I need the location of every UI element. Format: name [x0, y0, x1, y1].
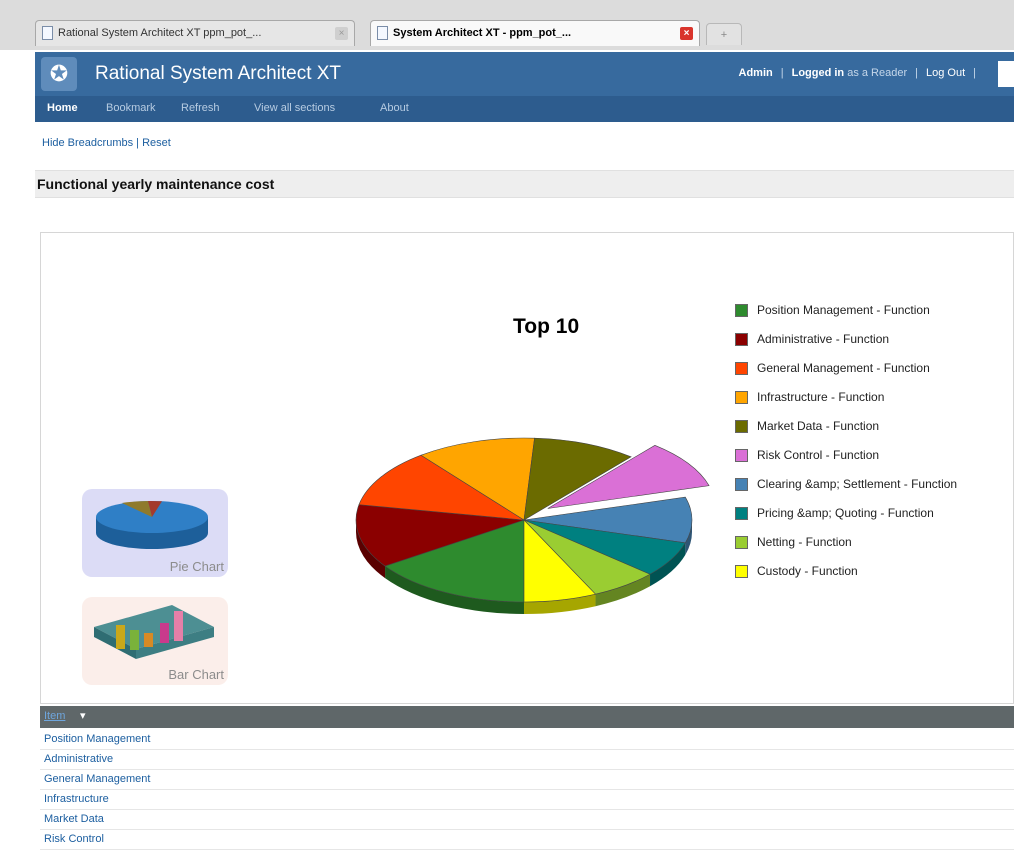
- pie-chart-label: Pie Chart: [169, 559, 224, 574]
- admin-link[interactable]: Admin: [739, 67, 773, 79]
- nav-view-all-sections[interactable]: View all sections: [254, 102, 335, 114]
- sort-icon[interactable]: ▾: [80, 709, 86, 722]
- nav-refresh[interactable]: Refresh: [181, 102, 220, 114]
- separator: |: [915, 67, 918, 79]
- table-row[interactable]: Market Data: [40, 810, 1014, 830]
- logout-link[interactable]: Log Out: [926, 67, 965, 79]
- legend-label: Market Data - Function: [757, 419, 880, 433]
- separator: |: [780, 67, 784, 79]
- legend-label: Clearing &amp; Settlement - Function: [757, 477, 958, 491]
- separator: |: [973, 67, 976, 79]
- chart-title: Top 10: [513, 315, 580, 338]
- item-column-header[interactable]: Item: [44, 710, 65, 722]
- breadcrumb-separator: |: [136, 137, 140, 149]
- table-row[interactable]: Position Management: [40, 730, 1014, 750]
- logged-in-label: Logged in: [791, 67, 845, 79]
- legend-label: Position Management - Function: [757, 303, 930, 317]
- user-info: Admin | Logged in as a Reader | Log Out |: [739, 67, 985, 79]
- legend-label: Administrative - Function: [757, 332, 890, 346]
- breadcrumb: Hide Breadcrumbs | Reset: [42, 137, 171, 149]
- browser-tab-active[interactable]: System Architect XT - ppm_pot_... ×: [370, 20, 700, 46]
- table-row[interactable]: Infrastructure: [40, 790, 1014, 810]
- nav-bar: Home Bookmark Refresh View all sections …: [35, 96, 1014, 122]
- close-tab-icon[interactable]: ×: [335, 27, 348, 40]
- legend-swatch: [735, 536, 748, 549]
- search-box[interactable]: [998, 61, 1014, 87]
- app-header: ✪ Rational System Architect XT Admin | Log…: [35, 52, 1014, 96]
- legend-swatch: [735, 304, 748, 317]
- pie-chart-thumbnail[interactable]: Pie Chart: [82, 489, 228, 577]
- browser-tab-strip: Rational System Architect XT ppm_pot_...…: [0, 0, 1014, 50]
- table-header: Item ▾: [40, 706, 1014, 728]
- logged-in-role: as a Reader: [847, 67, 908, 79]
- new-tab-button[interactable]: +: [706, 23, 742, 45]
- reset-link[interactable]: Reset: [142, 137, 171, 149]
- app-title: Rational System Architect XT: [95, 63, 342, 84]
- nav-home[interactable]: Home: [47, 102, 78, 114]
- bar-chart-thumbnail[interactable]: Bar Chart: [82, 597, 228, 685]
- table-row[interactable]: Risk Control: [40, 830, 1014, 850]
- close-tab-icon[interactable]: ×: [680, 27, 693, 40]
- browser-tab-inactive[interactable]: Rational System Architect XT ppm_pot_...…: [35, 20, 355, 46]
- legend-swatch: [735, 362, 748, 375]
- hide-breadcrumbs-link[interactable]: Hide Breadcrumbs: [42, 137, 133, 149]
- legend-label: Netting - Function: [757, 535, 852, 549]
- legend-swatch: [735, 420, 748, 433]
- legend-swatch: [735, 449, 748, 462]
- tab-title: Rational System Architect XT ppm_pot_...: [58, 27, 262, 39]
- page-icon: [42, 26, 53, 40]
- legend-label: General Management - Function: [757, 361, 930, 375]
- legend-label: Custody - Function: [757, 564, 858, 578]
- table-row[interactable]: Administrative: [40, 750, 1014, 770]
- legend-swatch: [735, 391, 748, 404]
- legend-swatch: [735, 333, 748, 346]
- nav-about[interactable]: About: [380, 102, 409, 114]
- tab-title: System Architect XT - ppm_pot_...: [393, 27, 572, 39]
- nav-bookmark[interactable]: Bookmark: [106, 102, 156, 114]
- bar-chart-label: Bar Chart: [168, 667, 224, 682]
- legend-label: Pricing &amp; Quoting - Function: [757, 506, 934, 520]
- legend-label: Infrastructure - Function: [757, 390, 885, 404]
- legend-label: Risk Control - Function: [757, 448, 880, 462]
- table-row[interactable]: General Management: [40, 770, 1014, 790]
- app-logo-icon: ✪: [41, 57, 77, 91]
- legend-swatch: [735, 565, 748, 578]
- legend-swatch: [735, 507, 748, 520]
- page-title: Functional yearly maintenance cost: [35, 170, 1014, 198]
- pie-chart: [355, 437, 710, 614]
- page-icon: [377, 26, 388, 40]
- legend-swatch: [735, 478, 748, 491]
